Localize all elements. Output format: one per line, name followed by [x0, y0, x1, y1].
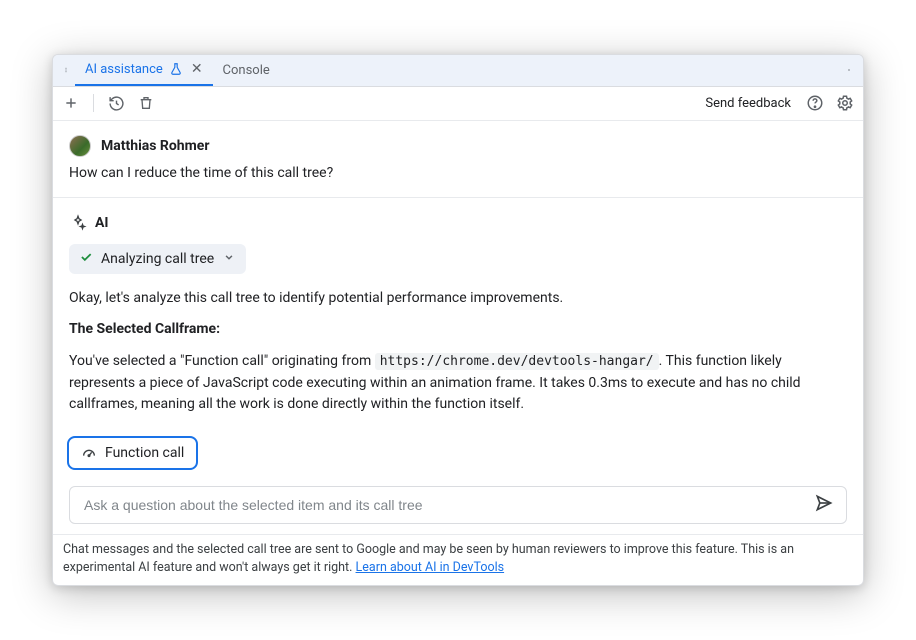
user-message: How can I reduce the time of this call t… — [69, 165, 847, 181]
ai-heading: The Selected Callframe: — [69, 321, 220, 337]
footer-line1: Chat messages and the selected call tree… — [63, 542, 738, 557]
settings-button[interactable] — [835, 93, 855, 113]
ai-intro: Okay, let's analyze this call tree to id… — [69, 288, 847, 310]
ai-response: Okay, let's analyze this call tree to id… — [69, 288, 847, 416]
flask-icon — [169, 62, 183, 76]
tab-bar: AI assistance ✕ Console — [53, 55, 863, 87]
analyzing-chip[interactable]: Analyzing call tree — [69, 244, 246, 274]
chat-content: Matthias Rohmer How can I reduce the tim… — [53, 121, 863, 534]
avatar — [69, 135, 91, 157]
ai-label: AI — [95, 215, 109, 231]
tab-label: Console — [223, 63, 270, 78]
ask-input-container — [69, 486, 847, 524]
tab-label: AI assistance — [85, 62, 163, 77]
user-header: Matthias Rohmer — [69, 135, 847, 157]
check-icon — [79, 250, 93, 268]
history-button[interactable] — [106, 93, 126, 113]
fn-chip-label: Function call — [105, 445, 184, 461]
toolbar: Send feedback — [53, 87, 863, 121]
more-tabs-icon[interactable] — [57, 60, 75, 80]
gauge-icon — [81, 445, 97, 461]
help-button[interactable] — [805, 93, 825, 113]
divider — [93, 94, 94, 112]
tab-ai-assistance[interactable]: AI assistance ✕ — [75, 55, 213, 86]
ask-input[interactable] — [82, 496, 810, 514]
delete-button[interactable] — [136, 93, 156, 113]
devtools-panel: AI assistance ✕ Console Send feedback — [52, 54, 864, 587]
chevron-down-icon — [222, 250, 236, 268]
ai-body: You've selected a "Function call" origin… — [69, 351, 847, 416]
new-chat-button[interactable] — [61, 93, 81, 113]
footer-disclaimer: Chat messages and the selected call tree… — [53, 534, 863, 585]
chip-label: Analyzing call tree — [101, 251, 214, 267]
code-url: https://chrome.dev/devtools-hangar/ — [375, 353, 659, 370]
divider — [53, 197, 863, 198]
close-panel-icon[interactable] — [839, 60, 859, 80]
close-tab-icon[interactable]: ✕ — [191, 61, 203, 77]
send-feedback-link[interactable]: Send feedback — [705, 96, 795, 111]
learn-more-link[interactable]: Learn about AI in DevTools — [356, 560, 505, 575]
tab-console[interactable]: Console — [213, 55, 280, 86]
send-button[interactable] — [810, 489, 838, 521]
ai-header: AI — [69, 214, 847, 232]
sparkle-icon — [69, 214, 87, 232]
function-call-chip[interactable]: Function call — [67, 436, 198, 470]
user-name: Matthias Rohmer — [101, 138, 209, 154]
